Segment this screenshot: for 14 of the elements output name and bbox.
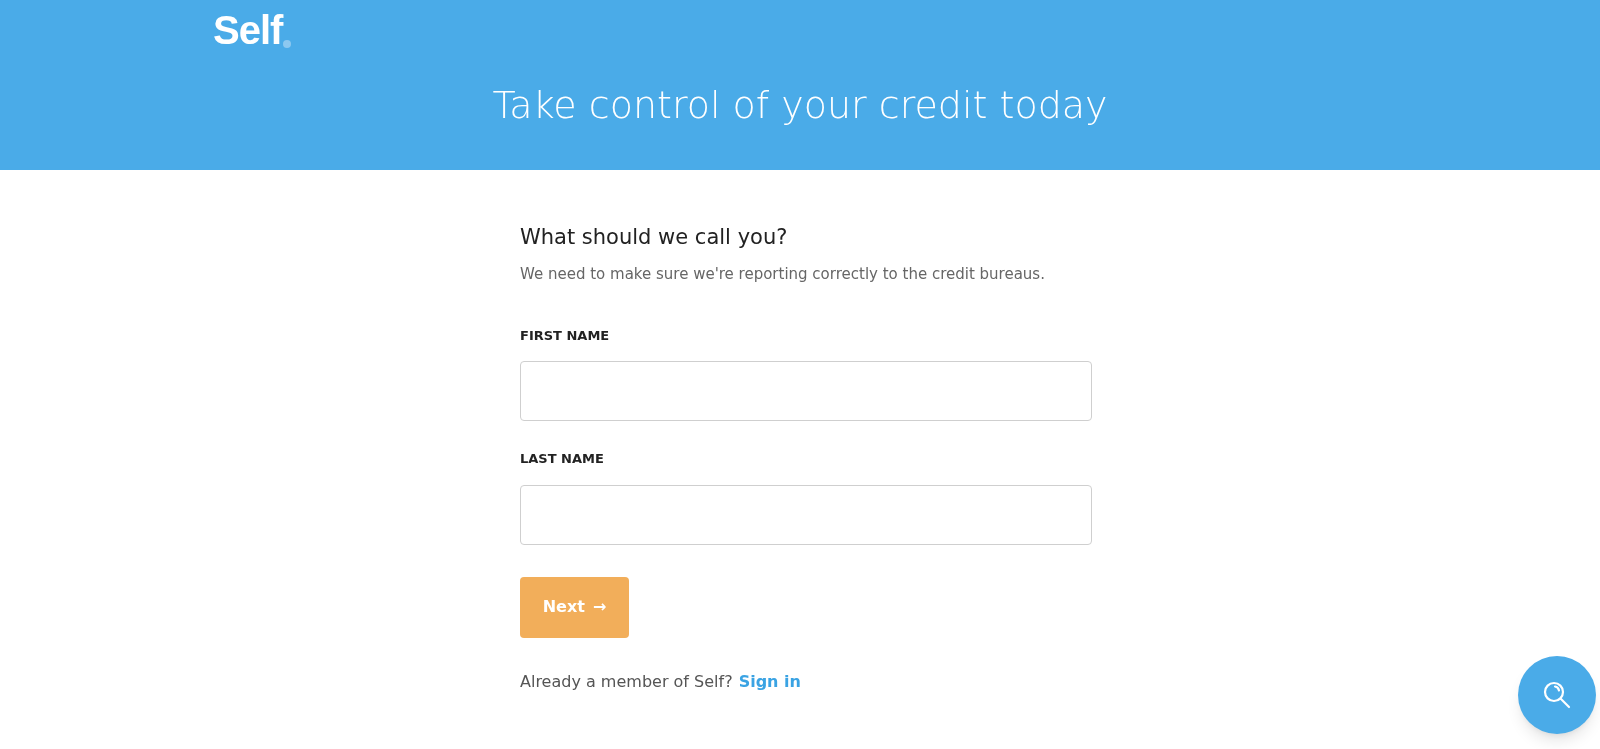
input-field[interactable] bbox=[520, 361, 1092, 421]
next-button[interactable]: Next → bbox=[520, 576, 629, 638]
field-label: LAST NAME bbox=[520, 450, 605, 468]
logo[interactable]: Self bbox=[213, 10, 292, 50]
search-icon bbox=[1542, 680, 1572, 710]
field-label: FIRST NAME bbox=[520, 326, 611, 345]
form-description: We need to make sure we're reporting correctly to the credit bureaus. bbox=[520, 263, 1046, 285]
form-heading: What should we call you? bbox=[520, 224, 789, 251]
signin-prompt: Already a member of Self? bbox=[520, 670, 733, 693]
search-button[interactable] bbox=[1518, 656, 1596, 734]
input-field[interactable] bbox=[520, 484, 1092, 545]
signin-link[interactable]: Sign in bbox=[738, 669, 801, 694]
page-title: Take control of your credit today bbox=[491, 86, 1109, 124]
arrow-icon: → bbox=[592, 595, 607, 619]
